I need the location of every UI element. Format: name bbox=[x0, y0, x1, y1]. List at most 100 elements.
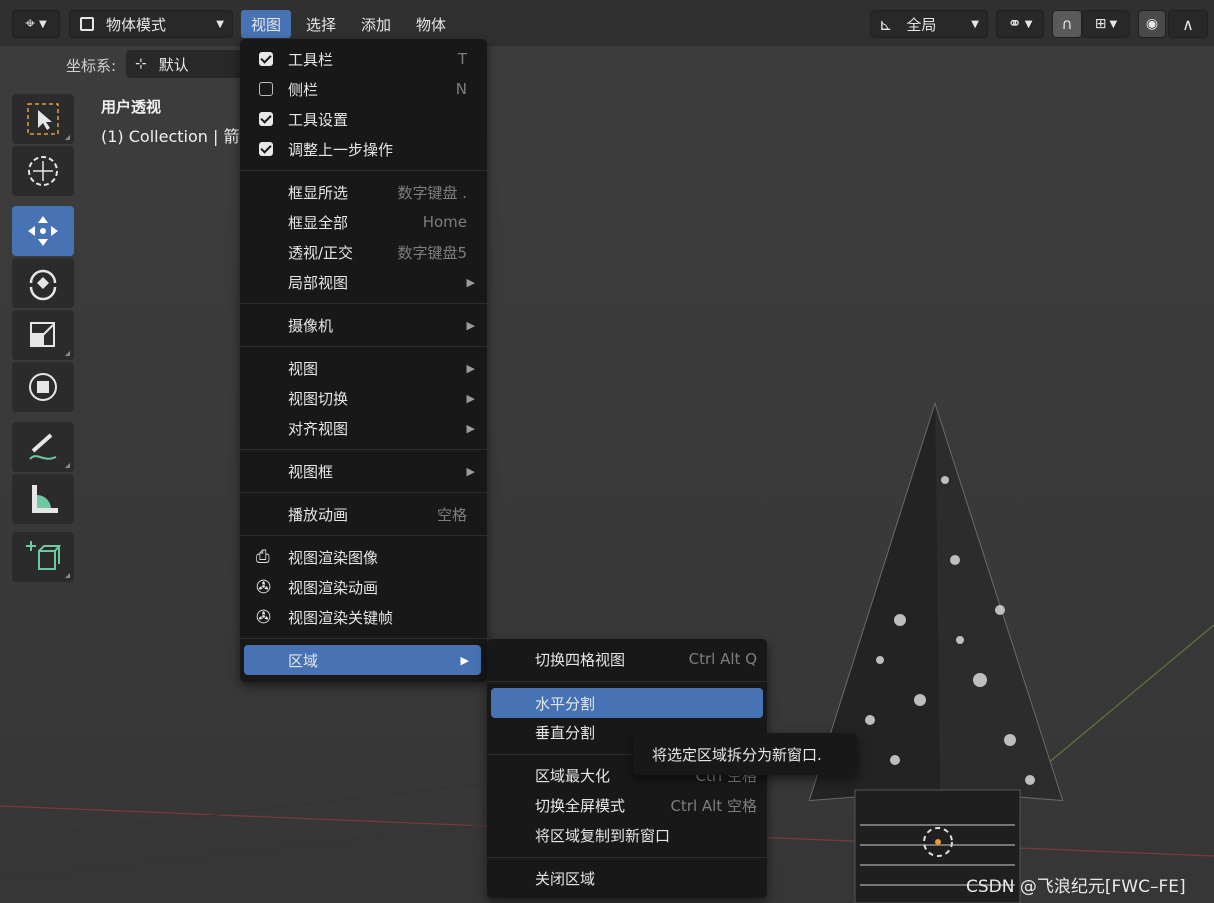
transform-icon bbox=[29, 373, 57, 401]
editor-type-button[interactable]: ⌖ ▼ bbox=[12, 10, 60, 38]
menu-item-duplicate-area-new-window[interactable]: 将区域复制到新窗口 bbox=[487, 820, 767, 850]
menu-separator bbox=[240, 303, 487, 304]
transform-tool[interactable] bbox=[12, 362, 74, 412]
menu-item-align-view[interactable]: 对齐视图 ▶ bbox=[240, 413, 487, 443]
menu-separator bbox=[240, 170, 487, 171]
menu-object[interactable]: 物体 bbox=[406, 10, 456, 38]
checkbox-unchecked-icon bbox=[259, 82, 273, 96]
menu-item-toolbar[interactable]: 工具栏 T bbox=[240, 44, 487, 74]
menu-item-horizontal-split[interactable]: 水平分割 bbox=[491, 688, 763, 718]
menu-view[interactable]: 视图 bbox=[241, 10, 292, 38]
menu-separator bbox=[240, 492, 487, 493]
chevron-down-icon: ▼ bbox=[971, 18, 979, 30]
view-menu: 工具栏 T 侧栏 N 工具设置 调整上一步操作 框显所选 数字键盘 . 框显全部… bbox=[240, 39, 487, 682]
pivot-icon: ⚭ bbox=[1007, 14, 1022, 34]
mode-dropdown[interactable]: 物体模式 ▼ bbox=[69, 10, 233, 38]
menu-item-frame-all[interactable]: 框显全部 Home bbox=[240, 207, 487, 237]
add-cube-tool[interactable] bbox=[12, 532, 74, 582]
collection-info: (1) Collection | 箭头 bbox=[101, 127, 241, 146]
coordinate-system-dropdown[interactable]: ⊹ 默认 bbox=[126, 50, 246, 78]
select-box-tool[interactable] bbox=[12, 94, 74, 144]
snap-target-dropdown[interactable]: ⊞ ▼ bbox=[1082, 10, 1130, 38]
menu-item-frame-selected[interactable]: 框显所选 数字键盘 . bbox=[240, 177, 487, 207]
menu-item-viewpoint[interactable]: 视图 ▶ bbox=[240, 353, 487, 383]
submenu-arrow-icon: ▶ bbox=[466, 421, 475, 435]
rotate-icon bbox=[29, 269, 57, 301]
annotate-tool[interactable] bbox=[12, 422, 74, 472]
menu-separator bbox=[240, 449, 487, 450]
menu-item-toggle-quad-view[interactable]: 切换四格视图 Ctrl Alt Q bbox=[487, 644, 767, 674]
view-name: 用户透视 bbox=[101, 98, 162, 116]
menu-item-close-area[interactable]: 关闭区域 bbox=[487, 863, 767, 893]
checkbox-checked-icon bbox=[259, 112, 273, 126]
menu-item-sidebar[interactable]: 侧栏 N bbox=[240, 74, 487, 104]
scale-icon bbox=[30, 322, 55, 347]
coordinate-system-label: 坐标系: bbox=[66, 57, 117, 75]
menu-item-adjust-last-operation[interactable]: 调整上一步操作 bbox=[240, 134, 487, 164]
coordinate-system-value: 默认 bbox=[158, 55, 189, 74]
submenu-arrow-icon: ▶ bbox=[466, 318, 475, 332]
menu-separator bbox=[240, 535, 487, 536]
chevron-down-icon: ▼ bbox=[1109, 18, 1118, 30]
editor-type-icon: ⌖ bbox=[25, 14, 35, 34]
render-animation-icon: ✇ bbox=[256, 606, 272, 628]
submenu-arrow-icon: ▶ bbox=[466, 275, 475, 289]
move-tool[interactable] bbox=[12, 206, 74, 256]
orientation-label: 全局 bbox=[906, 15, 937, 34]
watermark: CSDN @飞浪纪元[FWC–FE] bbox=[966, 877, 1186, 897]
menu-item-cameras[interactable]: 摄像机 ▶ bbox=[240, 310, 487, 340]
checkbox-checked-icon bbox=[259, 142, 273, 156]
falloff-curve-icon: ∧ bbox=[1182, 14, 1194, 34]
menu-item-perspective-ortho[interactable]: 透视/正交 数字键盘5 bbox=[240, 237, 487, 267]
menu-item-local-view[interactable]: 局部视图 ▶ bbox=[240, 267, 487, 297]
pivot-point-dropdown[interactable]: ⚭ ▼ bbox=[996, 10, 1044, 38]
transform-orientation-dropdown[interactable]: ⊾ 全局 ▼ bbox=[870, 10, 988, 38]
menu-select[interactable]: 选择 bbox=[296, 10, 346, 38]
menu-item-viewport-render-animation[interactable]: ✇ 视图渲染动画 bbox=[240, 572, 487, 602]
proportional-edit-icon: ◉ bbox=[1145, 16, 1159, 32]
snap-toggle[interactable]: ∩ bbox=[1052, 10, 1082, 38]
menu-item-navigation[interactable]: 视图切换 ▶ bbox=[240, 383, 487, 413]
menu-item-play-animation[interactable]: 播放动画 空格 bbox=[240, 499, 487, 529]
move-icon bbox=[28, 216, 58, 246]
tooltip: 将选定区域拆分为新窗口. bbox=[633, 733, 857, 775]
measure-tool[interactable] bbox=[12, 474, 74, 524]
render-image-icon: ⎙ bbox=[256, 547, 270, 567]
select-box-icon bbox=[27, 103, 59, 135]
spire-object bbox=[808, 401, 1064, 903]
mode-label: 物体模式 bbox=[106, 15, 167, 34]
menu-separator bbox=[240, 346, 487, 347]
cursor-tool[interactable] bbox=[12, 146, 74, 196]
menu-separator bbox=[487, 857, 767, 858]
menu-separator bbox=[487, 681, 767, 682]
menu-item-toggle-fullscreen[interactable]: 切换全屏模式 Ctrl Alt 空格 bbox=[487, 790, 767, 820]
scale-tool[interactable] bbox=[12, 310, 74, 360]
chevron-down-icon: ▼ bbox=[38, 18, 47, 30]
add-cube-icon bbox=[26, 541, 61, 570]
ruler-icon bbox=[32, 485, 58, 513]
checkbox-checked-icon bbox=[259, 52, 273, 66]
menu-item-viewport-render-image[interactable]: ⎙ 视图渲染图像 bbox=[240, 542, 487, 572]
axis-icon: ⊹ bbox=[135, 56, 147, 72]
menu-item-tool-settings[interactable]: 工具设置 bbox=[240, 104, 487, 134]
menu-item-area[interactable]: 区域 ▶ bbox=[244, 645, 481, 675]
submenu-arrow-icon: ▶ bbox=[466, 391, 475, 405]
cursor-icon bbox=[28, 156, 58, 186]
menu-item-view-regions[interactable]: 视图框 ▶ bbox=[240, 456, 487, 486]
submenu-arrow-icon: ▶ bbox=[460, 653, 469, 667]
proportional-editing-toggle[interactable]: ◉ bbox=[1138, 10, 1166, 38]
snap-increment-icon: ⊞ bbox=[1094, 16, 1107, 32]
render-animation-icon: ✇ bbox=[256, 576, 272, 598]
magnet-icon: ∩ bbox=[1061, 15, 1073, 33]
orientation-icon: ⊾ bbox=[879, 14, 893, 34]
object-mode-icon bbox=[80, 17, 94, 31]
pencil-icon bbox=[29, 433, 57, 460]
rotate-tool[interactable] bbox=[12, 258, 74, 308]
submenu-arrow-icon: ▶ bbox=[466, 464, 475, 478]
submenu-arrow-icon: ▶ bbox=[466, 361, 475, 375]
menu-add[interactable]: 添加 bbox=[351, 10, 401, 38]
menu-item-viewport-render-keyframes[interactable]: ✇ 视图渲染关键帧 bbox=[240, 602, 487, 632]
falloff-dropdown[interactable]: ∧ bbox=[1168, 10, 1208, 38]
menu-separator bbox=[240, 638, 487, 639]
chevron-down-icon: ▼ bbox=[1024, 18, 1033, 30]
